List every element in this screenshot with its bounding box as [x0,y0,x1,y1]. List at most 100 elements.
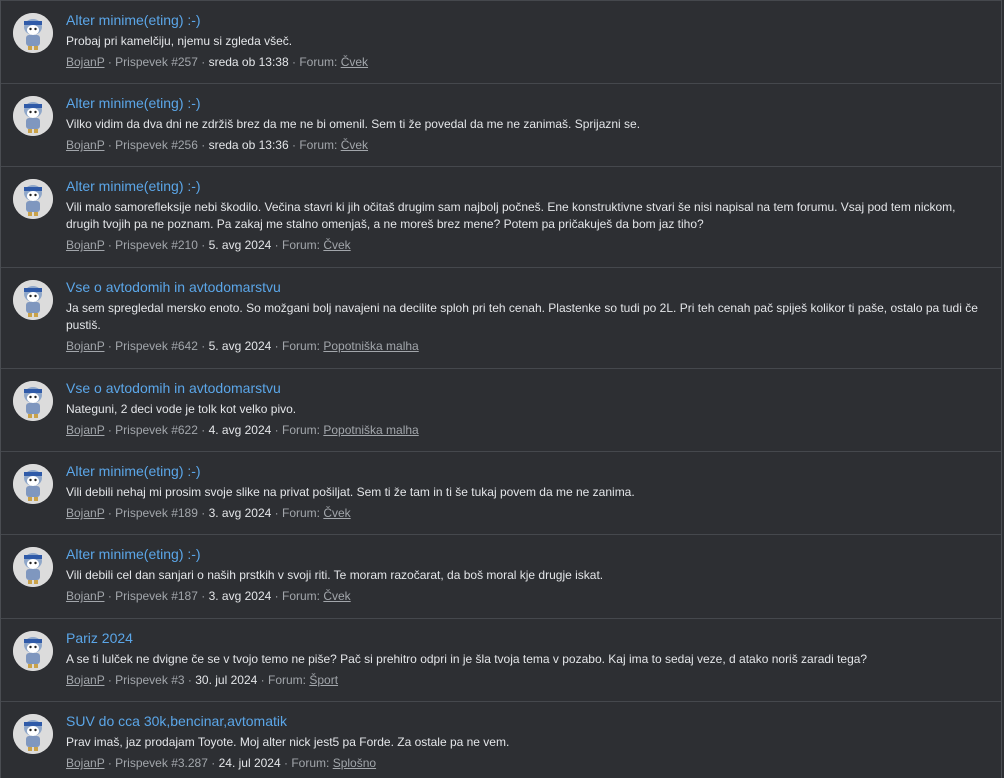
avatar-icon [13,13,53,53]
forum-label: Forum: [291,756,330,770]
post-number: Prispevek #622 [115,423,198,437]
thread-title-link[interactable]: Alter minime(eting) :-) [66,94,991,112]
post-meta: BojanP · Prispevek #3.287 · 24. jul 2024… [66,755,991,772]
avatar[interactable] [13,631,53,671]
post-snippet: Vili debili cel dan sanjari o naših prst… [66,568,604,582]
separator: · [201,138,209,152]
post-number: Prispevek #257 [115,55,198,69]
post-meta: BojanP · Prispevek #187 · 3. avg 2024 · … [66,588,991,605]
post-snippet: Vilko vidim da dva dni ne zdržiš brez da… [66,117,641,131]
forum-label: Forum: [281,506,320,520]
post-date: 4. avg 2024 [208,423,272,437]
author-link[interactable]: BojanP [66,138,104,152]
list-item: Alter minime(eting) :-) Vili malo samore… [1,166,1001,267]
separator: · [201,589,209,603]
list-item: Alter minime(eting) :-) Probaj pri kamel… [1,0,1001,83]
separator: · [201,423,209,437]
forum-link[interactable]: Popotniška malha [323,423,418,437]
avatar[interactable] [13,547,53,587]
author-link[interactable]: BojanP [66,673,104,687]
forum-link[interactable]: Popotniška malha [323,339,418,353]
avatar[interactable] [13,381,53,421]
thread-title-link[interactable]: Vse o avtodomih in avtodomarstvu [66,278,991,296]
thread-title-link[interactable]: SUV do cca 30k,bencinar,avtomatik [66,712,991,730]
thread-title-link[interactable]: Alter minime(eting) :-) [66,177,991,195]
forum-link[interactable]: Čvek [323,589,350,603]
avatar[interactable] [13,464,53,504]
post-number: Prispevek #3.287 [115,756,208,770]
post-snippet: Ja sem spregledal mersko enoto. So možga… [66,301,978,332]
separator: · [201,506,209,520]
forum-label: Forum: [267,673,306,687]
post-snippet: Vili debili nehaj mi prosim svoje slike … [66,485,635,499]
forum-link[interactable]: Splošno [333,756,376,770]
list-item: Vse o avtodomih in avtodomarstvu Nategun… [1,368,1001,451]
list-item: Alter minime(eting) :-) Vili debili neha… [1,451,1001,534]
avatar-icon [13,547,53,587]
forum-label: Forum: [299,138,338,152]
avatar-icon [13,96,53,136]
author-link[interactable]: BojanP [66,339,104,353]
author-link[interactable]: BojanP [66,55,104,69]
author-link[interactable]: BojanP [66,506,104,520]
separator: · [274,506,282,520]
post-meta: BojanP · Prispevek #210 · 5. avg 2024 · … [66,237,991,254]
forum-label: Forum: [281,589,320,603]
post-date: 30. jul 2024 [195,673,258,687]
forum-link[interactable]: Čvek [341,55,368,69]
thread-title-link[interactable]: Alter minime(eting) :-) [66,462,991,480]
avatar[interactable] [13,96,53,136]
post-number: Prispevek #256 [115,138,198,152]
avatar-icon [13,179,53,219]
forum-label: Forum: [281,238,320,252]
separator: · [274,589,282,603]
post-meta: BojanP · Prispevek #189 · 3. avg 2024 · … [66,505,991,522]
author-link[interactable]: BojanP [66,756,104,770]
list-item: Vse o avtodomih in avtodomarstvu Ja sem … [1,267,1001,368]
forum-label: Forum: [299,55,338,69]
list-item: SUV do cca 30k,bencinar,avtomatik Prav i… [1,701,1001,778]
post-number: Prispevek #3 [115,673,185,687]
post-meta: BojanP · Prispevek #256 · sreda ob 13:36… [66,137,991,154]
avatar-icon [13,464,53,504]
author-link[interactable]: BojanP [66,589,104,603]
thread-title-link[interactable]: Pariz 2024 [66,629,991,647]
post-snippet: A se ti lulček ne dvigne če se v tvojo t… [66,652,868,666]
forum-link[interactable]: Čvek [341,138,368,152]
list-item: Alter minime(eting) :-) Vili debili cel … [1,534,1001,618]
separator: · [274,339,282,353]
separator: · [211,756,219,770]
list-item: Pariz 2024 A se ti lulček ne dvigne če s… [1,618,1001,701]
author-link[interactable]: BojanP [66,423,104,437]
list-item: Alter minime(eting) :-) Vilko vidim da d… [1,83,1001,166]
post-snippet: Probaj pri kamelčiju, njemu si zgleda vš… [66,34,293,48]
forum-label: Forum: [281,339,320,353]
post-meta: BojanP · Prispevek #3 · 30. jul 2024 · F… [66,672,991,689]
forum-label: Forum: [281,423,320,437]
post-meta: BojanP · Prispevek #622 · 4. avg 2024 · … [66,422,991,439]
avatar-icon [13,381,53,421]
post-date: 5. avg 2024 [208,339,272,353]
post-number: Prispevek #642 [115,339,198,353]
separator: · [260,673,268,687]
author-link[interactable]: BojanP [66,238,104,252]
forum-link[interactable]: Čvek [323,238,350,252]
forum-link[interactable]: Čvek [323,506,350,520]
forum-link[interactable]: Šport [309,673,338,687]
thread-title-link[interactable]: Alter minime(eting) :-) [66,11,991,29]
separator: · [274,238,282,252]
avatar[interactable] [13,179,53,219]
avatar[interactable] [13,13,53,53]
post-number: Prispevek #187 [115,589,198,603]
separator: · [201,55,209,69]
post-snippet: Vili malo samorefleksije nebi škodilo. V… [66,200,956,231]
post-number: Prispevek #189 [115,506,198,520]
avatar[interactable] [13,280,53,320]
post-list: Alter minime(eting) :-) Probaj pri kamel… [1,0,1001,778]
avatar-icon [13,280,53,320]
avatar[interactable] [13,714,53,754]
thread-title-link[interactable]: Vse o avtodomih in avtodomarstvu [66,379,991,397]
thread-title-link[interactable]: Alter minime(eting) :-) [66,545,991,563]
avatar-icon [13,631,53,671]
post-meta: BojanP · Prispevek #257 · sreda ob 13:38… [66,54,991,71]
